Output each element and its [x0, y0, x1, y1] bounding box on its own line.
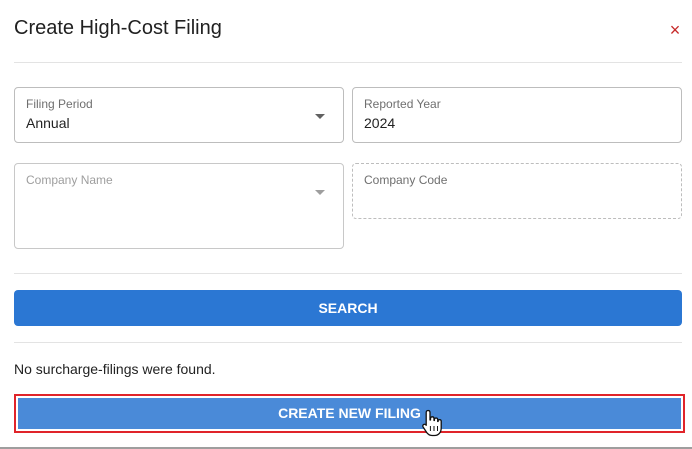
no-results-message: No surcharge-filings were found. [14, 361, 216, 377]
reported-year-value: 2024 [364, 115, 396, 131]
hand-pointer-cursor-icon [422, 409, 442, 437]
filing-period-label: Filing Period [26, 97, 93, 111]
company-name-label: Company Name [26, 173, 113, 187]
reported-year-label: Reported Year [364, 97, 441, 111]
dropdown-caret-icon [315, 114, 325, 119]
company-code-label: Company Code [364, 173, 448, 187]
create-button-highlight: CREATE NEW FILING [14, 394, 685, 433]
company-code-field[interactable]: Company Code [352, 163, 682, 219]
reported-year-field[interactable]: Reported Year 2024 [352, 87, 682, 143]
dropdown-caret-icon [315, 190, 325, 195]
create-new-filing-button[interactable]: CREATE NEW FILING [18, 398, 681, 429]
close-icon[interactable]: × [664, 19, 686, 41]
dialog-title: Create High-Cost Filing [14, 17, 222, 39]
results-divider [14, 342, 682, 343]
company-name-select[interactable]: Company Name [14, 163, 344, 249]
filing-period-value: Annual [26, 115, 70, 131]
create-filing-dialog: Create High-Cost Filing × Filing Period … [0, 0, 692, 449]
search-button[interactable]: SEARCH [14, 290, 682, 326]
filing-period-select[interactable]: Filing Period Annual [14, 87, 344, 143]
form-divider [14, 273, 682, 274]
header-divider [14, 62, 682, 63]
